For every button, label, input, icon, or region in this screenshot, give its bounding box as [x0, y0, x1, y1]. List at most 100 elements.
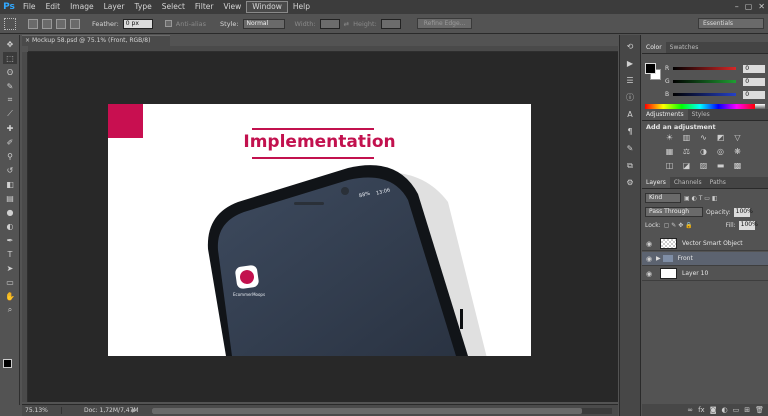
channel-b-input[interactable]: 0 [743, 90, 765, 99]
channel-b-slider[interactable] [672, 93, 737, 96]
marquee-preset-icon[interactable] [4, 17, 16, 30]
swap-icon[interactable]: ⇄ [344, 20, 349, 28]
info-panel-icon[interactable]: ⓘ [624, 92, 636, 103]
tab-layers[interactable]: Layers [642, 177, 670, 188]
add-selection-icon[interactable] [42, 18, 52, 29]
actions-panel-icon[interactable]: ▶ [624, 58, 636, 69]
workspace-select[interactable]: Essentials [698, 18, 764, 29]
visibility-eye-icon[interactable]: ◉ [642, 240, 656, 248]
subtract-selection-icon[interactable] [56, 18, 66, 29]
zoom-level[interactable]: 75.13% [22, 407, 62, 414]
channel-g-slider[interactable] [672, 80, 737, 83]
layer-row[interactable]: ◉ Layer 10 [642, 267, 768, 281]
black-white-icon[interactable]: ◑ [698, 147, 709, 157]
fx-icon[interactable]: fx [698, 406, 705, 414]
channel-mixer-icon[interactable]: ❋ [732, 147, 743, 157]
new-selection-icon[interactable] [28, 18, 38, 29]
hue-saturation-icon[interactable]: ▦ [664, 147, 675, 157]
menu-edit[interactable]: Edit [41, 0, 66, 14]
threshold-icon[interactable]: ▨ [698, 161, 709, 171]
menu-layer[interactable]: Layer [99, 0, 130, 14]
gradient-map-icon[interactable]: ▬ [715, 161, 726, 171]
posterize-icon[interactable]: ◪ [681, 161, 692, 171]
tool-presets-panel-icon[interactable]: ⚙ [624, 177, 636, 188]
foreground-color-swatch[interactable] [3, 359, 12, 368]
menu-type[interactable]: Type [130, 0, 157, 14]
color-balance-icon[interactable]: ⚖ [681, 147, 692, 157]
blend-mode-select[interactable]: Pass Through [645, 207, 703, 217]
curves-icon[interactable]: ∿ [698, 133, 709, 143]
photo-filter-icon[interactable]: ◎ [715, 147, 726, 157]
visibility-eye-icon[interactable]: ◉ [642, 270, 656, 278]
refine-edge-button[interactable]: Refine Edge... [416, 18, 473, 29]
history-brush-icon[interactable]: ↺ [3, 164, 17, 176]
width-input[interactable] [319, 18, 340, 29]
history-panel-icon[interactable]: ⟲ [624, 41, 636, 52]
expand-triangle-icon[interactable]: ▶ [656, 255, 661, 262]
vibrance-icon[interactable]: ▽ [732, 133, 743, 143]
panel-fg-swatch[interactable] [645, 63, 656, 74]
quick-select-icon[interactable]: ✎ [3, 80, 17, 92]
paragraph-panel-icon[interactable]: ¶ [624, 126, 636, 137]
kind-filter-select[interactable]: Kind [645, 193, 681, 203]
mask-icon[interactable]: ◙ [710, 406, 717, 414]
menu-select[interactable]: Select [157, 0, 190, 14]
layer-row-selected[interactable]: ◉ ▶ Front [642, 252, 768, 266]
tab-channels[interactable]: Channels [670, 177, 706, 188]
gradient-icon[interactable]: ▤ [3, 192, 17, 204]
channel-r-slider[interactable] [672, 67, 737, 70]
clone-source-panel-icon[interactable]: ⧉ [624, 160, 636, 171]
clone-stamp-icon[interactable]: ⚲ [3, 150, 17, 162]
selective-color-icon[interactable]: ▩ [732, 161, 743, 171]
dodge-icon[interactable]: ◐ [3, 220, 17, 232]
brush-icon[interactable]: ✐ [3, 136, 17, 148]
close-button[interactable]: ✕ [758, 2, 765, 11]
link-icon[interactable]: ∞ [687, 406, 693, 414]
lasso-icon[interactable]: ʘ [3, 66, 17, 78]
menu-window[interactable]: Window [246, 1, 288, 13]
pen-icon[interactable]: ✒ [3, 234, 17, 246]
zoom-icon[interactable]: ⌕ [3, 304, 17, 316]
menu-view[interactable]: View [218, 0, 246, 14]
maximize-button[interactable]: ▢ [745, 2, 753, 11]
antialias-checkbox[interactable] [164, 20, 172, 27]
fill-input[interactable]: 100% [738, 221, 758, 230]
brightness-icon[interactable]: ☀ [664, 133, 675, 143]
tab-styles[interactable]: Styles [688, 109, 714, 120]
opacity-input[interactable]: 100% [733, 207, 753, 217]
type-icon[interactable]: T [3, 248, 17, 260]
style-select[interactable]: Normal [242, 18, 285, 29]
menu-file[interactable]: File [18, 0, 41, 14]
tab-adjustments[interactable]: Adjustments [642, 109, 688, 120]
layer-row[interactable]: ◉ Vector Smart Object [642, 237, 768, 251]
invert-icon[interactable]: ◫ [664, 161, 675, 171]
menu-filter[interactable]: Filter [190, 0, 219, 14]
marquee-icon[interactable]: ⬚ [3, 52, 17, 64]
scrollbar-thumb[interactable] [152, 408, 582, 414]
channel-g-input[interactable]: 0 [743, 77, 765, 86]
blur-icon[interactable]: ● [3, 206, 17, 218]
levels-icon[interactable]: ▥ [681, 133, 692, 143]
new-layer-icon[interactable]: ⊞ [744, 406, 750, 414]
filter-icons[interactable]: ▣ ◐ T ▭ ◧ [684, 195, 718, 202]
exposure-icon[interactable]: ◩ [715, 133, 726, 143]
move-icon[interactable]: ✥ [3, 38, 17, 50]
character-panel-icon[interactable]: A [624, 109, 636, 120]
tab-paths[interactable]: Paths [706, 177, 730, 188]
trash-icon[interactable]: 🗑 [755, 406, 764, 414]
lock-icons[interactable]: ▢ ✎ ✥ 🔒 [664, 222, 693, 229]
crop-icon[interactable]: ⌗ [3, 94, 17, 106]
visibility-eye-icon[interactable]: ◉ [642, 255, 656, 263]
eyedropper-icon[interactable]: ⟋ [3, 108, 17, 120]
healing-icon[interactable]: ✚ [3, 122, 17, 134]
horizontal-scrollbar[interactable] [152, 408, 612, 414]
close-tab-icon[interactable]: × [25, 36, 30, 46]
hand-icon[interactable]: ✋ [3, 290, 17, 302]
status-menu-icon[interactable]: ▶ [132, 407, 137, 414]
adjustment-layer-icon[interactable]: ◐ [722, 406, 728, 414]
feather-input[interactable]: 0 px [122, 18, 153, 29]
eraser-icon[interactable]: ◧ [3, 178, 17, 190]
document-tab[interactable]: × Mockup 58.psd @ 75.1% (Front, RGB/8) [22, 35, 170, 46]
menu-image[interactable]: Image [65, 0, 99, 14]
path-select-icon[interactable]: ➤ [3, 262, 17, 274]
